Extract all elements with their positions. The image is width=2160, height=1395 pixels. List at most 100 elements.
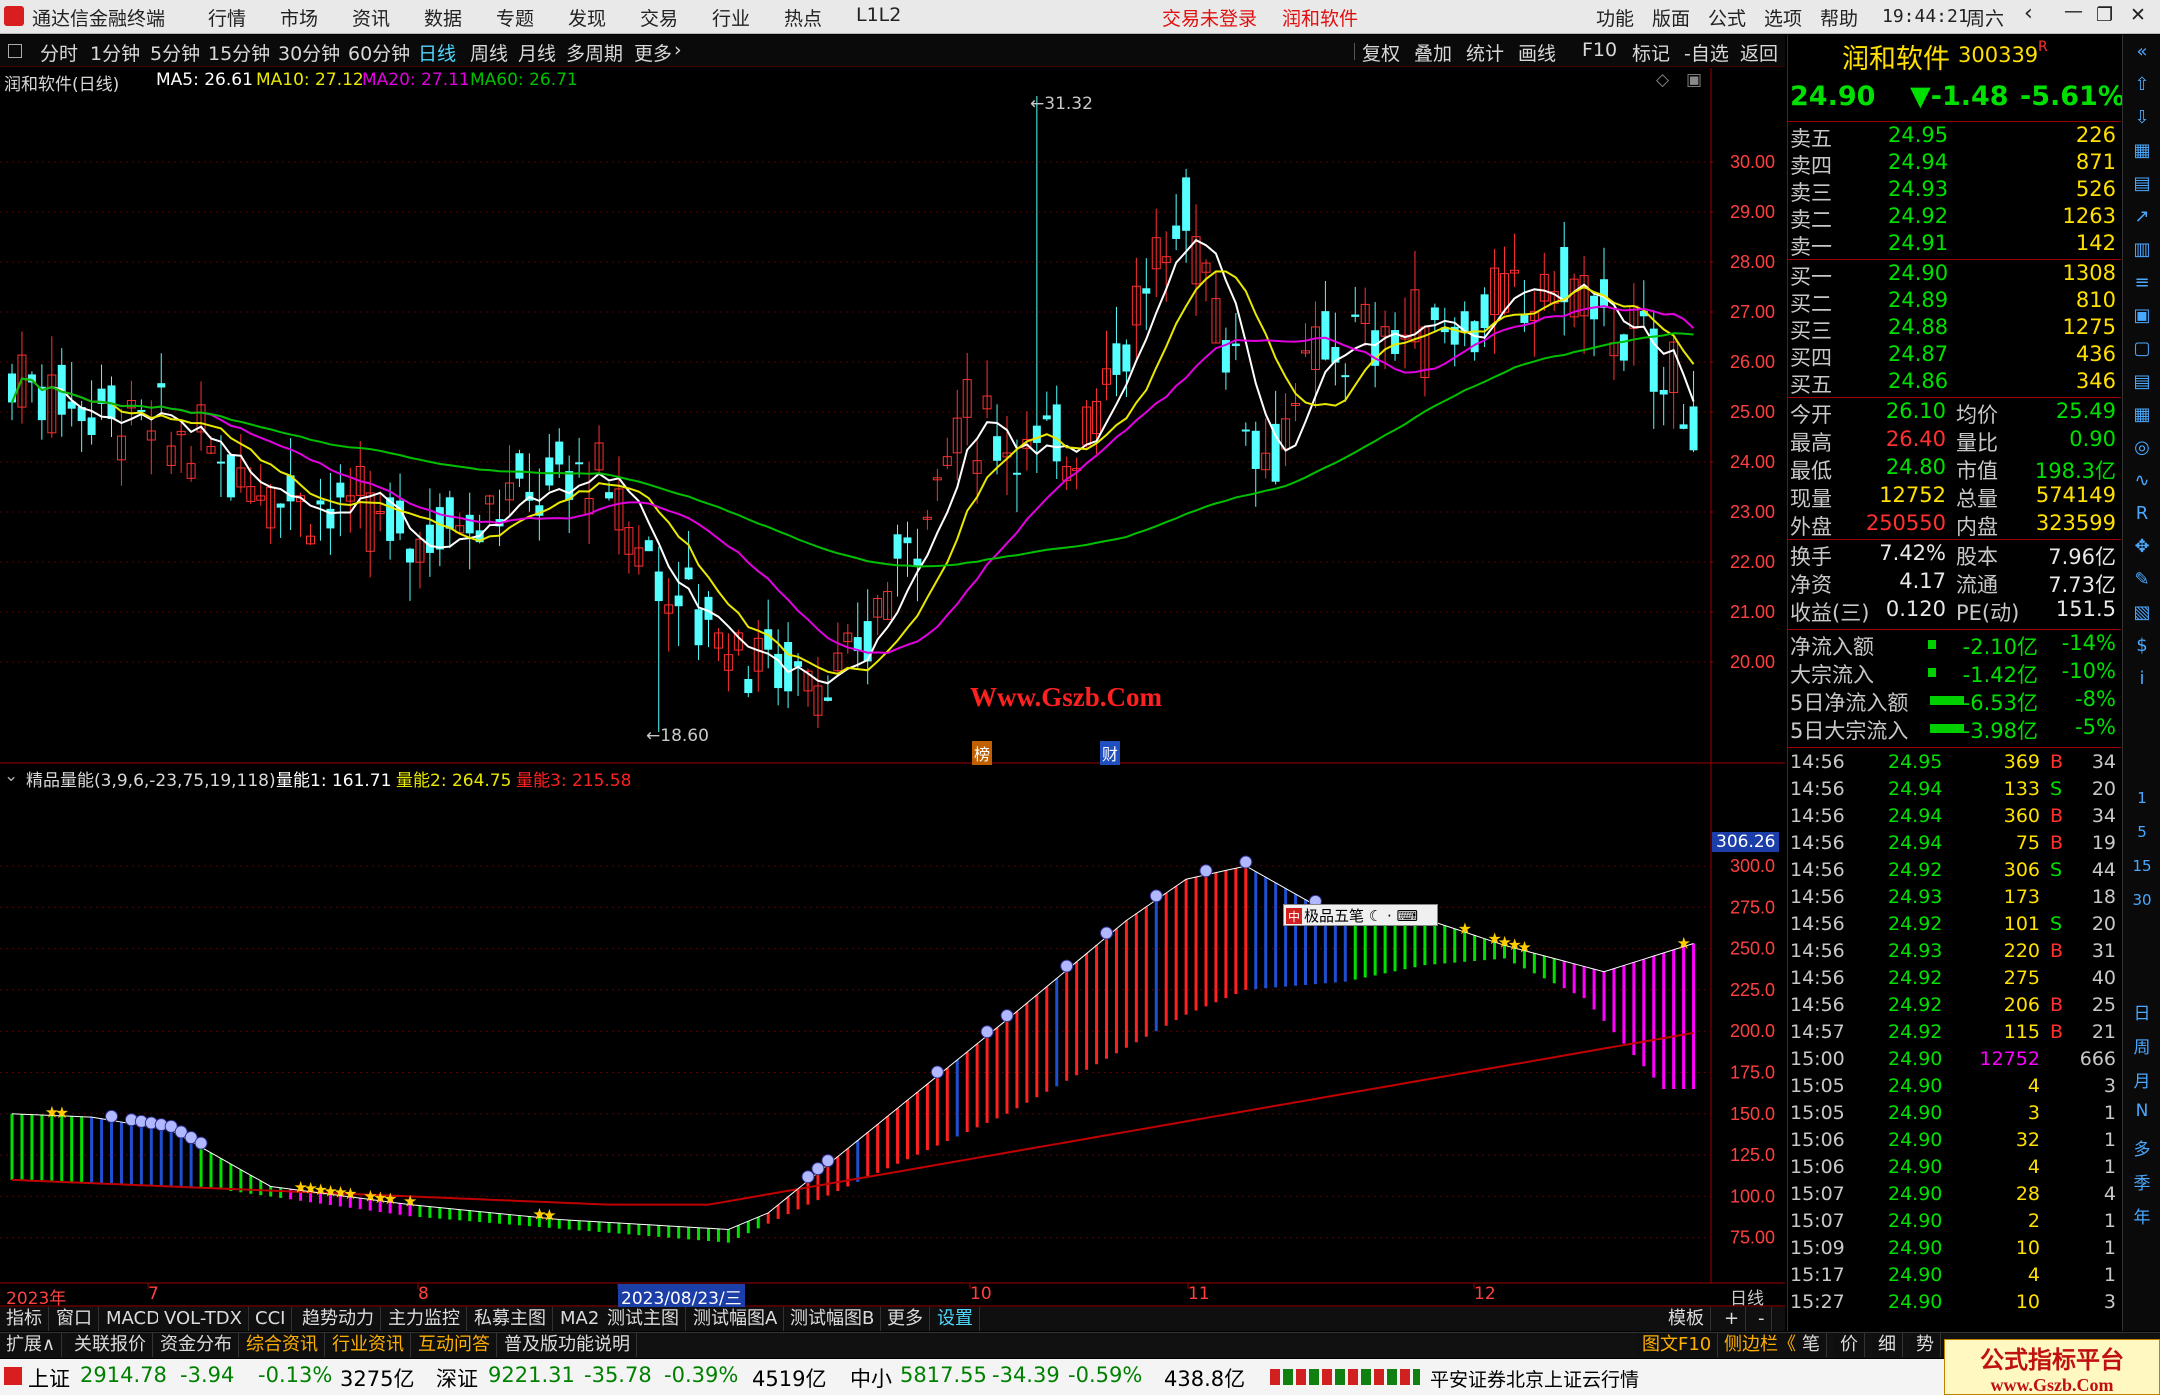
side-minute-button[interactable]: 1 <box>2127 789 2157 807</box>
more-periods-button[interactable]: 更多 <box>634 39 672 66</box>
side-period-button[interactable]: 日 <box>2131 999 2153 1024</box>
fin-icon[interactable]: ▣ <box>2131 305 2153 327</box>
indicator-tab[interactable]: 窗口 <box>50 1307 99 1331</box>
menu-l1l2[interactable]: L1L2 <box>856 4 901 26</box>
period-tab[interactable]: 1分钟 <box>90 39 140 66</box>
period-tab[interactable]: 分时 <box>40 39 78 66</box>
chart-window-icon[interactable]: ▣ <box>1686 70 1702 90</box>
extension-tab[interactable]: 综合资讯 <box>240 1333 325 1357</box>
side-period-button[interactable]: 多 <box>2131 1135 2153 1160</box>
close-icon[interactable]: ✕ <box>2130 4 2146 26</box>
down-arrow-icon[interactable]: ⇩ <box>2131 107 2153 129</box>
return-button[interactable]: 返回 <box>1740 39 1778 66</box>
menu-discover[interactable]: 发现 <box>568 4 606 31</box>
kline-chart-area[interactable]: ★★★★★★★★ ★★★ ★★★★★★★★ ★ 30.0029.0028.0027.0… <box>0 68 1785 1313</box>
sz-label[interactable]: 深证 <box>436 1363 478 1393</box>
move-icon[interactable]: ✥ <box>2131 536 2153 558</box>
stats-button[interactable]: 统计 <box>1466 39 1504 66</box>
chart-settings-icon[interactable]: ◇ <box>1656 70 1669 90</box>
detail-tab[interactable]: 细 <box>1872 1333 1903 1357</box>
side-period-button[interactable]: 周 <box>2131 1033 2153 1058</box>
menu-topics[interactable]: 专题 <box>496 4 534 31</box>
chevron-right-icon[interactable]: › <box>674 39 682 61</box>
add-tab-button[interactable]: + <box>1718 1307 1747 1331</box>
indicator-tab[interactable]: 指标 <box>0 1307 49 1331</box>
extension-tab[interactable]: 互动问答 <box>412 1333 497 1357</box>
f10-graphic-button[interactable]: 图文F10 <box>1636 1333 1719 1357</box>
indicator-tab[interactable]: 测试幅图B <box>784 1307 882 1331</box>
cycle-icon[interactable]: ◎ <box>2131 437 2153 459</box>
period-tab[interactable]: 5分钟 <box>150 39 200 66</box>
indicator-tab[interactable]: 设置 <box>931 1307 980 1331</box>
watchlist-button[interactable]: -自选 <box>1684 39 1729 66</box>
side-minute-button[interactable]: 30 <box>2127 891 2157 909</box>
expand-icon[interactable]: « <box>2131 41 2153 63</box>
period-tab[interactable]: 15分钟 <box>208 39 270 66</box>
extension-tab[interactable]: 行业资讯 <box>326 1333 411 1357</box>
up-arrow-icon[interactable]: ⇧ <box>2131 74 2153 96</box>
minimize-icon[interactable]: — <box>2064 0 2083 22</box>
line-chart-icon[interactable]: ↗ <box>2131 206 2153 228</box>
login-status[interactable]: 交易未登录 <box>1162 4 1257 31</box>
indicator-tab[interactable]: 更多 <box>881 1307 930 1331</box>
window-toggle-icon[interactable] <box>8 44 22 58</box>
side-period-button[interactable]: 年 <box>2131 1203 2153 1228</box>
indicator-tab[interactable]: 私募主图 <box>468 1307 553 1331</box>
period-tab[interactable]: 60分钟 <box>348 39 410 66</box>
menu-news[interactable]: 资讯 <box>352 4 390 31</box>
indicator-tab[interactable]: MA2 <box>554 1307 607 1331</box>
finance-marker-badge[interactable]: 财 <box>1100 741 1121 765</box>
pen-icon[interactable]: ✎ <box>2131 569 2153 591</box>
menu-layout[interactable]: 版面 <box>1652 4 1690 31</box>
input-method-popup[interactable]: 中极品五笔 ☾ · ⌨ <box>1283 904 1438 926</box>
overlay-button[interactable]: 叠加 <box>1414 39 1452 66</box>
period-tab[interactable]: 周线 <box>470 39 508 66</box>
side-period-button[interactable]: 月 <box>2131 1067 2153 1092</box>
fs2-icon[interactable]: ▧ <box>2131 602 2153 624</box>
menu-hot[interactable]: 热点 <box>784 4 822 31</box>
zx-label[interactable]: 中小 <box>850 1363 892 1393</box>
f10-button[interactable]: F10 <box>1582 39 1617 61</box>
period-tab[interactable]: 多周期 <box>566 39 623 66</box>
indicator-title[interactable]: 精品量能(3,9,6,-23,75,19,118) <box>26 766 276 791</box>
list-marker-badge[interactable]: 榜 <box>972 741 993 765</box>
menu-help[interactable]: 帮助 <box>1820 4 1858 31</box>
extension-tab[interactable]: 扩展∧ <box>0 1333 63 1357</box>
side-minute-button[interactable]: 15 <box>2127 857 2157 875</box>
extension-tab[interactable]: 关联报价 <box>68 1333 153 1357</box>
rsi-icon[interactable]: R <box>2131 503 2153 525</box>
doc-icon[interactable]: ▤ <box>2131 371 2153 393</box>
wave-icon[interactable]: ∿ <box>2131 470 2153 492</box>
extension-tab[interactable]: 资金分布 <box>154 1333 239 1357</box>
indicator-collapse-icon[interactable]: ⌄ <box>4 766 18 786</box>
remove-tab-button[interactable]: - <box>1752 1307 1772 1331</box>
menu-formula[interactable]: 公式 <box>1708 4 1746 31</box>
draw-button[interactable]: 画线 <box>1518 39 1556 66</box>
price-tab[interactable]: 价 <box>1834 1333 1865 1357</box>
money-icon[interactable]: $ <box>2131 635 2153 657</box>
sidebar-toggle-button[interactable]: 侧边栏《 <box>1718 1333 1803 1357</box>
info-icon[interactable]: i <box>2131 668 2153 690</box>
news-icon[interactable]: ▢ <box>2131 338 2153 360</box>
candle-icon[interactable]: ▥ <box>2131 239 2153 261</box>
trend-tab[interactable]: 势 <box>1910 1333 1941 1357</box>
grid-icon[interactable]: ▤ <box>2131 173 2153 195</box>
menu-options[interactable]: 选项 <box>1764 4 1802 31</box>
sh-label[interactable]: 上证 <box>28 1363 70 1393</box>
menu-market[interactable]: 市场 <box>280 4 318 31</box>
menu-quotes[interactable]: 行情 <box>208 4 246 31</box>
template-button[interactable]: 模板 <box>1662 1307 1711 1331</box>
indicator-tab[interactable]: 趋势动力 <box>296 1307 381 1331</box>
menu-industry[interactable]: 行业 <box>712 4 750 31</box>
menu-data[interactable]: 数据 <box>424 4 462 31</box>
mark-button[interactable]: 标记 <box>1632 39 1670 66</box>
indicator-tab[interactable]: 主力监控 <box>382 1307 467 1331</box>
menu-trade[interactable]: 交易 <box>640 4 678 31</box>
adjust-button[interactable]: 复权 <box>1362 39 1400 66</box>
indicator-tab[interactable]: MACD <box>100 1307 167 1331</box>
period-tab[interactable]: 30分钟 <box>278 39 340 66</box>
side-period-button[interactable]: N <box>2131 1101 2153 1121</box>
indicator-tab[interactable]: 测试主图 <box>601 1307 686 1331</box>
server-name[interactable]: 平安证券北京上证云行情 <box>1430 1365 1639 1392</box>
fs-icon[interactable]: ▦ <box>2131 404 2153 426</box>
